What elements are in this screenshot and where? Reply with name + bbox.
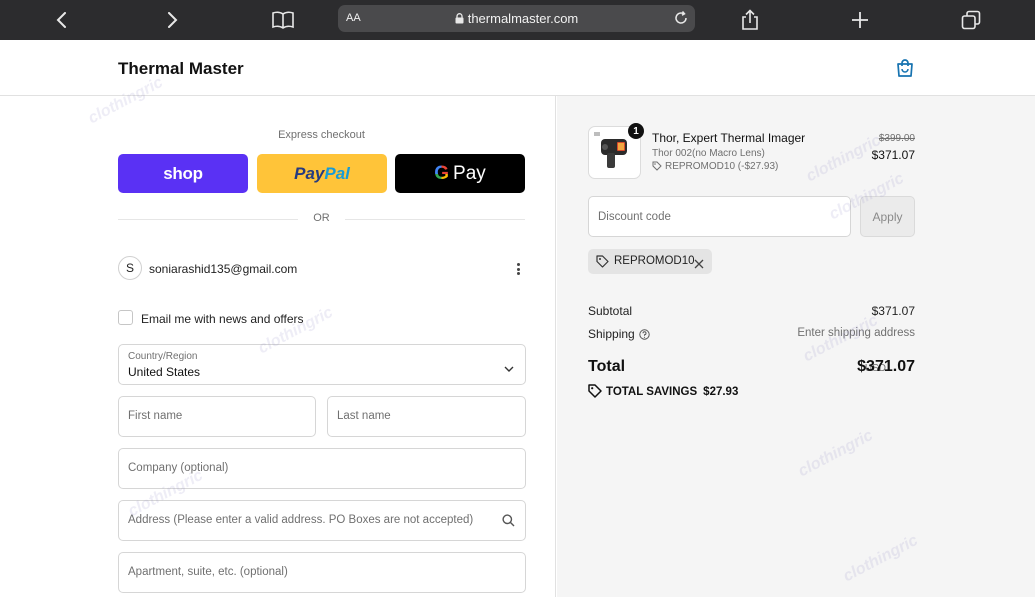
shop-pay-label: shop: [163, 163, 203, 183]
google-pay-label: Pay: [453, 162, 486, 184]
first-name-placeholder: First name: [128, 410, 183, 422]
url-label: thermalmaster.com: [467, 11, 579, 26]
more-options-icon[interactable]: [511, 261, 525, 277]
tag-icon: [596, 255, 609, 273]
plus-icon[interactable]: [848, 8, 872, 32]
or-label: OR: [313, 212, 330, 224]
applied-discount-tag: REPROMOD10: [588, 249, 712, 274]
tag-icon: [652, 161, 662, 171]
total-savings: TOTAL SAVINGS $27.93: [588, 384, 738, 398]
chevron-down-icon: [504, 360, 514, 378]
savings-value: $27.93: [703, 386, 739, 398]
paypal-label-part2: Pal: [324, 163, 350, 183]
country-value: United States: [128, 365, 201, 379]
discounted-price: $371.07: [871, 148, 915, 162]
total-label: Total: [588, 358, 626, 375]
google-g-icon: G: [434, 162, 450, 184]
savings-label: TOTAL SAVINGS: [606, 386, 698, 398]
url-text: thermalmaster.com: [338, 11, 695, 27]
subtotal-row: Subtotal $371.07: [588, 304, 915, 318]
paypal-label-part1: Pay: [294, 163, 325, 183]
book-icon[interactable]: [271, 8, 295, 32]
reload-icon[interactable]: [673, 10, 689, 31]
subtotal-value: $371.07: [871, 304, 915, 318]
express-checkout-label: Express checkout: [278, 129, 365, 141]
discount-code-input[interactable]: Discount code: [588, 196, 851, 237]
shipping-row: Shipping Enter shipping address: [588, 327, 915, 343]
company-field[interactable]: Company (optional): [118, 448, 526, 489]
discount-code-placeholder: Discount code: [598, 211, 671, 223]
address-bar[interactable]: AA thermalmaster.com: [338, 5, 695, 32]
news-checkbox-label: Email me with news and offers: [141, 312, 304, 326]
tag-icon: [588, 384, 602, 398]
checkout-form: Express checkout shop Pay Pal G Pay OR S s…: [0, 96, 556, 597]
subtotal-label: Subtotal: [588, 304, 633, 318]
address-field[interactable]: Address (Please enter a valid address. P…: [118, 500, 526, 541]
shipping-value: Enter shipping address: [797, 327, 915, 339]
question-circle-icon[interactable]: [639, 329, 650, 343]
store-header: Thermal Master: [0, 40, 1035, 96]
address-placeholder: Address (Please enter a valid address. P…: [128, 514, 474, 526]
account-row: S soniarashid135@gmail.com: [118, 256, 525, 282]
last-name-placeholder: Last name: [337, 410, 391, 422]
shipping-label: Shipping: [588, 327, 635, 341]
store-logo[interactable]: Thermal Master: [118, 59, 244, 79]
original-price: $399.00: [878, 133, 915, 144]
browser-toolbar: AA thermalmaster.com: [0, 0, 1035, 40]
product-title: Thor, Expert Thermal Imager: [652, 131, 806, 145]
applied-code: REPROMOD10: [614, 255, 695, 267]
forward-icon[interactable]: [160, 8, 184, 32]
product-variant: Thor 002(no Macro Lens): [652, 148, 765, 159]
country-select[interactable]: Country/Region United States: [118, 344, 526, 385]
account-email: soniarashid135@gmail.com: [149, 262, 298, 276]
quantity-badge: 1: [628, 123, 644, 139]
apartment-field[interactable]: Apartment, suite, etc. (optional): [118, 552, 526, 593]
order-summary: 1 Thor, Expert Thermal Imager Thor 002(n…: [557, 96, 1035, 597]
back-icon[interactable]: [50, 8, 74, 32]
product-discount: REPROMOD10 (-$27.93): [652, 161, 778, 172]
apartment-placeholder: Apartment, suite, etc. (optional): [128, 566, 288, 578]
shop-pay-button[interactable]: shop: [118, 154, 248, 193]
shopping-bag-icon[interactable]: [895, 58, 915, 78]
news-checkbox[interactable]: [118, 310, 133, 325]
paypal-button[interactable]: Pay Pal: [257, 154, 387, 193]
google-pay-button[interactable]: G Pay: [395, 154, 525, 193]
first-name-field[interactable]: First name: [118, 396, 316, 437]
company-placeholder: Company (optional): [128, 462, 229, 474]
or-divider: OR: [118, 212, 525, 226]
search-icon: [502, 514, 515, 532]
share-icon[interactable]: [738, 8, 762, 32]
product-discount-label: REPROMOD10 (-$27.93): [665, 161, 779, 172]
country-label: Country/Region: [128, 351, 198, 362]
tabs-icon[interactable]: [959, 8, 983, 32]
apply-button[interactable]: Apply: [860, 196, 915, 237]
lock-icon: [455, 12, 464, 27]
last-name-field[interactable]: Last name: [327, 396, 526, 437]
avatar: S: [118, 256, 142, 280]
close-icon[interactable]: [694, 256, 704, 274]
total-value: $371.07: [857, 358, 915, 375]
